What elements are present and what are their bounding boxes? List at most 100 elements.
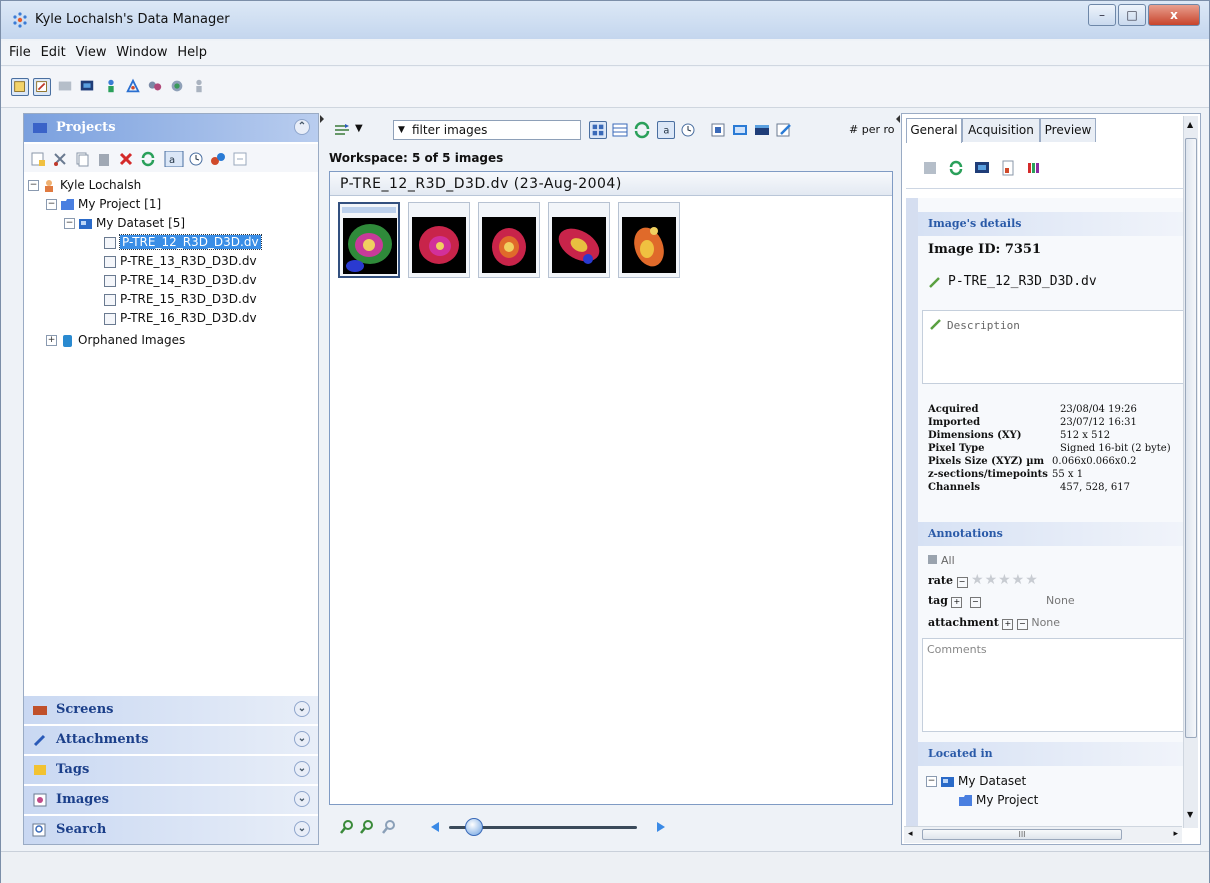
tree-image-4[interactable]: P-TRE_15_R3D_D3D.dv bbox=[104, 290, 257, 308]
attachment-remove-icon[interactable]: − bbox=[1016, 619, 1028, 630]
tree-image-1[interactable]: P-TRE_12_R3D_D3D.dv bbox=[104, 233, 262, 251]
tree-image-2[interactable]: P-TRE_13_R3D_D3D.dv bbox=[104, 252, 257, 270]
slider-right-arrow-icon[interactable] bbox=[655, 821, 667, 833]
filter-images-input[interactable]: ▼ filter images bbox=[393, 120, 581, 140]
right-splitter[interactable] bbox=[896, 113, 900, 845]
filter-dropdown-icon[interactable]: ▼ bbox=[398, 121, 405, 139]
vertical-scroll-thumb[interactable] bbox=[1185, 138, 1197, 738]
all-filter[interactable]: All bbox=[928, 554, 955, 567]
users-icon[interactable] bbox=[103, 78, 121, 96]
horizontal-scrollbar[interactable]: ◂ III ▸ bbox=[904, 826, 1182, 843]
expand-icon[interactable]: ⌄ bbox=[294, 761, 310, 777]
pencil-icon[interactable] bbox=[929, 317, 943, 331]
viewer-icon[interactable] bbox=[753, 121, 771, 139]
minimize-button[interactable]: – bbox=[1088, 4, 1116, 26]
scroll-down-icon[interactable]: ▼ bbox=[1187, 810, 1193, 819]
images-header[interactable]: Images ⌄ bbox=[24, 786, 318, 814]
located-dataset[interactable]: − My Dataset bbox=[926, 772, 1026, 790]
expand-icon[interactable]: ⌄ bbox=[294, 701, 310, 717]
attachment-add-icon[interactable]: + bbox=[1002, 619, 1014, 630]
rate-remove-icon[interactable]: − bbox=[956, 577, 968, 588]
zoom-reset-icon[interactable] bbox=[381, 819, 397, 835]
sort-date-icon[interactable] bbox=[679, 121, 697, 139]
menu-help[interactable]: Help bbox=[177, 41, 207, 65]
tree-image-3[interactable]: P-TRE_14_R3D_D3D.dv bbox=[104, 271, 257, 289]
slideshow-icon[interactable] bbox=[731, 121, 749, 139]
tree-project[interactable]: − My Project [1] bbox=[46, 195, 161, 213]
tags-header[interactable]: Tags ⌄ bbox=[24, 756, 318, 784]
tag-add-icon[interactable]: + bbox=[951, 597, 963, 608]
menu-file[interactable]: File bbox=[9, 41, 31, 65]
layout-dropdown-icon[interactable]: ▼ bbox=[355, 123, 363, 134]
attachments-header[interactable]: Attachments ⌄ bbox=[24, 726, 318, 754]
left-splitter[interactable] bbox=[320, 113, 324, 845]
sort-alpha-icon[interactable]: a bbox=[164, 151, 184, 167]
download-icon[interactable] bbox=[1000, 160, 1016, 176]
layout-icon[interactable] bbox=[333, 121, 351, 139]
expand-icon[interactable]: ⌄ bbox=[294, 821, 310, 837]
import-icon[interactable] bbox=[210, 151, 226, 167]
vertical-scrollbar[interactable]: ▲ ▼ bbox=[1183, 116, 1198, 828]
search-header[interactable]: Search ⌄ bbox=[24, 816, 318, 844]
per-row-label[interactable]: # per ro bbox=[849, 123, 895, 136]
located-project[interactable]: My Project bbox=[958, 791, 1038, 809]
comments-field[interactable]: Comments bbox=[922, 638, 1184, 732]
group-icon[interactable] bbox=[147, 78, 165, 96]
zoom-slider-thumb[interactable] bbox=[465, 818, 483, 836]
explorer-toggle-icon[interactable] bbox=[11, 78, 29, 96]
tab-general[interactable]: General bbox=[906, 118, 962, 143]
menu-edit[interactable]: Edit bbox=[41, 41, 66, 65]
share-icon[interactable] bbox=[169, 78, 187, 96]
horizontal-scroll-thumb[interactable]: III bbox=[922, 829, 1122, 840]
image-name-field[interactable]: P-TRE_12_R3D_D3D.dv bbox=[928, 272, 1184, 296]
zoom-out-icon[interactable] bbox=[339, 819, 355, 835]
scroll-left-icon[interactable]: ◂ bbox=[908, 829, 913, 839]
thumbnail-1[interactable] bbox=[338, 202, 400, 278]
tree-orphaned[interactable]: + Orphaned Images bbox=[46, 331, 185, 349]
screens-header[interactable]: Screens ⌄ bbox=[24, 696, 318, 724]
viewer-icon[interactable] bbox=[974, 160, 990, 176]
close-button[interactable]: x bbox=[1148, 4, 1200, 26]
menu-view[interactable]: View bbox=[76, 41, 107, 65]
zoom-fit-icon[interactable] bbox=[709, 121, 727, 139]
tag-remove-icon[interactable]: − bbox=[969, 597, 981, 608]
edit-icon[interactable] bbox=[775, 121, 793, 139]
pencil-icon[interactable] bbox=[928, 275, 942, 289]
channels-icon[interactable] bbox=[1026, 160, 1042, 176]
thumbnail-5[interactable] bbox=[618, 202, 680, 278]
collapse-all-icon[interactable] bbox=[232, 151, 248, 167]
tree-dataset[interactable]: − My Dataset [5] bbox=[64, 214, 185, 232]
table-view-icon[interactable] bbox=[611, 121, 629, 139]
viewer-icon[interactable] bbox=[79, 78, 97, 96]
refresh-icon[interactable] bbox=[140, 151, 156, 167]
menu-window[interactable]: Window bbox=[116, 41, 167, 65]
delete-icon[interactable] bbox=[118, 151, 134, 167]
zoom-in-icon[interactable] bbox=[359, 819, 375, 835]
thumbnail-4[interactable] bbox=[548, 202, 610, 278]
expand-icon[interactable]: ⌄ bbox=[294, 731, 310, 747]
sort-date-icon[interactable] bbox=[188, 151, 204, 167]
maximize-button[interactable]: □ bbox=[1118, 4, 1146, 26]
analysis-icon[interactable] bbox=[125, 78, 143, 96]
copy-icon[interactable] bbox=[74, 151, 90, 167]
paste-icon[interactable] bbox=[96, 151, 112, 167]
tree-user[interactable]: − Kyle Lochalsh bbox=[28, 176, 141, 194]
description-field[interactable]: Description bbox=[922, 310, 1184, 384]
scroll-up-icon[interactable]: ▲ bbox=[1187, 120, 1193, 129]
tab-acquisition[interactable]: Acquisition bbox=[962, 118, 1040, 142]
tab-preview[interactable]: Preview bbox=[1040, 118, 1096, 142]
refresh-icon[interactable] bbox=[948, 160, 964, 176]
user-icon[interactable] bbox=[191, 78, 209, 96]
thumbnail-2[interactable] bbox=[408, 202, 470, 278]
tree-image-5[interactable]: P-TRE_16_R3D_D3D.dv bbox=[104, 309, 257, 327]
save-icon[interactable] bbox=[922, 160, 938, 176]
slider-left-arrow-icon[interactable] bbox=[429, 821, 441, 833]
cut-icon[interactable] bbox=[52, 151, 68, 167]
grid-view-icon[interactable] bbox=[57, 78, 75, 96]
scroll-right-icon[interactable]: ▸ bbox=[1173, 829, 1178, 839]
editor-toggle-icon[interactable] bbox=[33, 78, 51, 96]
sort-alpha-icon[interactable]: a bbox=[657, 121, 675, 139]
projects-header[interactable]: Projects ⌃ bbox=[24, 114, 318, 142]
collapse-icon[interactable]: ⌃ bbox=[294, 119, 310, 135]
thumbnail-view-icon[interactable] bbox=[589, 121, 607, 139]
